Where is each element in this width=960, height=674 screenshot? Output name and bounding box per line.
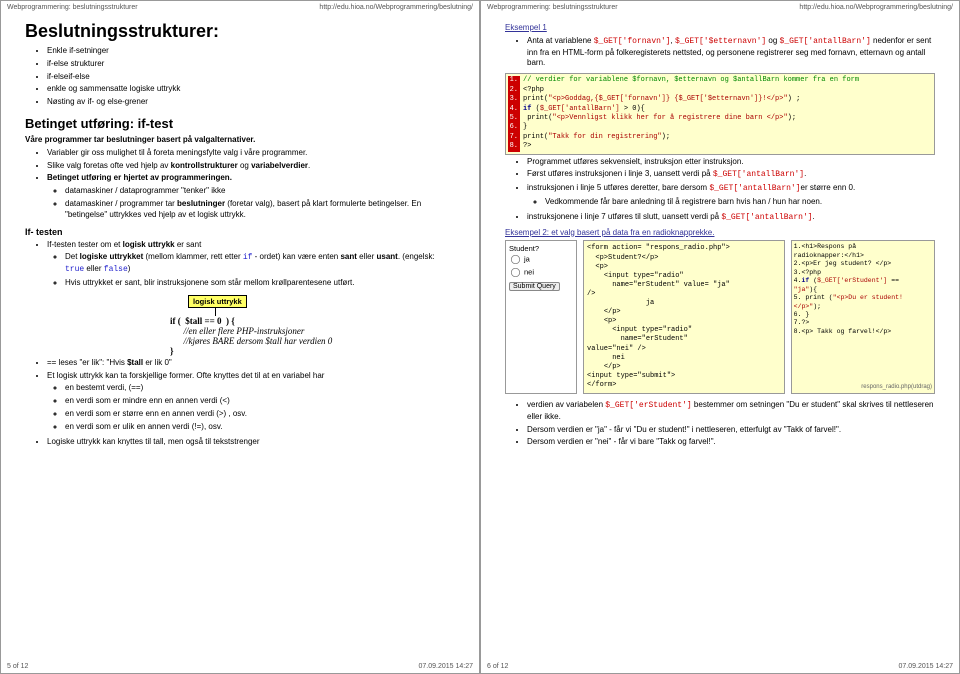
radio-nei[interactable]	[511, 268, 520, 277]
li: Det logiske uttrykket (mellom klammer, r…	[65, 252, 455, 276]
toc-item: if-else strukturer	[47, 59, 455, 70]
if-diagram: logisk uttrykk if ( $tall == 0 ) { //en …	[130, 295, 350, 356]
page-num: 6 of 12	[487, 663, 508, 670]
radio-ja[interactable]	[511, 255, 520, 264]
li: instruksjonene i linje 7 utføres til slu…	[527, 212, 935, 224]
timestamp: 07.09.2015 14:27	[419, 663, 474, 670]
toc-item: if-elseif-else	[47, 72, 455, 83]
submit-button[interactable]: Submit Query	[509, 282, 560, 291]
snippet-label: respons_radio.php(utdrag)	[861, 384, 932, 392]
rendered-form: Student? ja nei Submit Query	[505, 240, 577, 394]
li: en verdi som er ulik en annen verdi (!=)…	[65, 422, 455, 433]
li: verdien av variabelen $_GET['erStudent']…	[527, 400, 935, 423]
li: Logiske uttrykk kan knyttes til tall, me…	[47, 437, 455, 448]
h2: Betinget utføring: if-test	[25, 116, 455, 131]
li: Anta at variablene $_GET['fornavn'], $_G…	[527, 36, 935, 69]
li: en bestemt verdi, (==)	[65, 383, 455, 394]
form-source: <form action= "respons_radio.php"> <p>St…	[583, 240, 785, 394]
li: Slike valg foretas ofte ved hjelp av kon…	[47, 161, 455, 172]
li: Betinget utføring er hjertet av programm…	[47, 173, 455, 220]
li: instruksjonen i linje 5 utføres deretter…	[527, 183, 935, 208]
li: datamaskiner / dataprogrammer "tenker" i…	[65, 186, 455, 197]
eksempel-1-link[interactable]: Eksempel 1	[505, 23, 547, 32]
hdr-title: Webprogrammering: beslutningsstrukturer	[487, 4, 618, 11]
toc-item: Nøsting av if- og else-grener	[47, 97, 455, 108]
timestamp: 07.09.2015 14:27	[899, 663, 954, 670]
li: en verdi som er mindre enn en annen verd…	[65, 396, 455, 407]
li: Hvis uttrykket er sant, blir instruksjon…	[65, 278, 455, 289]
diagram-label: logisk uttrykk	[188, 295, 247, 308]
li-eq: == leses "er lik": "Hvis $tall er lik 0"	[47, 358, 455, 369]
toc-list: Enkle if-setninger if-else strukturer if…	[25, 46, 455, 108]
page-num: 5 of 12	[7, 663, 28, 670]
toc-item: enkle og sammensatte logiske uttrykk	[47, 84, 455, 95]
li: Dersom verdien er "ja" - får vi "Du er s…	[527, 425, 935, 436]
hdr-url: http://edu.hioa.no/Webprogrammering/besl…	[319, 4, 473, 11]
eksempel-2-link[interactable]: Eksempel 2: et valg basert på data fra e…	[505, 228, 714, 237]
h3-iftest: If- testen	[25, 227, 455, 237]
li: en verdi som er større enn en annen verd…	[65, 409, 455, 420]
li: Vedkommende får bare anledning til å reg…	[545, 197, 935, 208]
li: Først utføres instruksjonen i linje 3, u…	[527, 169, 935, 181]
hdr-url: http://edu.hioa.no/Webprogrammering/besl…	[799, 4, 953, 11]
li: Programmet utføres sekvensielt, instruks…	[527, 157, 935, 168]
response-source: 1.<h1>Respons på radioknapper:</h1> 2.<p…	[791, 240, 935, 394]
li-logisk: Et logisk uttrykk kan ta forskjellige fo…	[47, 371, 455, 433]
page-6: Webprogrammering: beslutningsstrukturer …	[480, 0, 960, 674]
hdr-title: Webprogrammering: beslutningsstrukturer	[7, 4, 138, 11]
li: Dersom verdien er "nei" - får vi bare "T…	[527, 437, 935, 448]
code-example-1: 1.// verdier for variablene $fornavn, $e…	[505, 73, 935, 155]
li: Variabler gir oss mulighet til å foreta …	[47, 148, 455, 159]
example2-row: Student? ja nei Submit Query <form actio…	[505, 240, 935, 394]
intro: Våre programmer tar beslutninger basert …	[25, 135, 455, 146]
li: datamaskiner / programmer tar beslutning…	[65, 199, 455, 221]
page-5: Webprogrammering: beslutningsstrukturer …	[0, 0, 480, 674]
h1: Beslutningsstrukturer:	[25, 21, 455, 42]
toc-item: Enkle if-setninger	[47, 46, 455, 57]
li: If-testen tester om et logisk uttrykk er…	[47, 240, 455, 289]
